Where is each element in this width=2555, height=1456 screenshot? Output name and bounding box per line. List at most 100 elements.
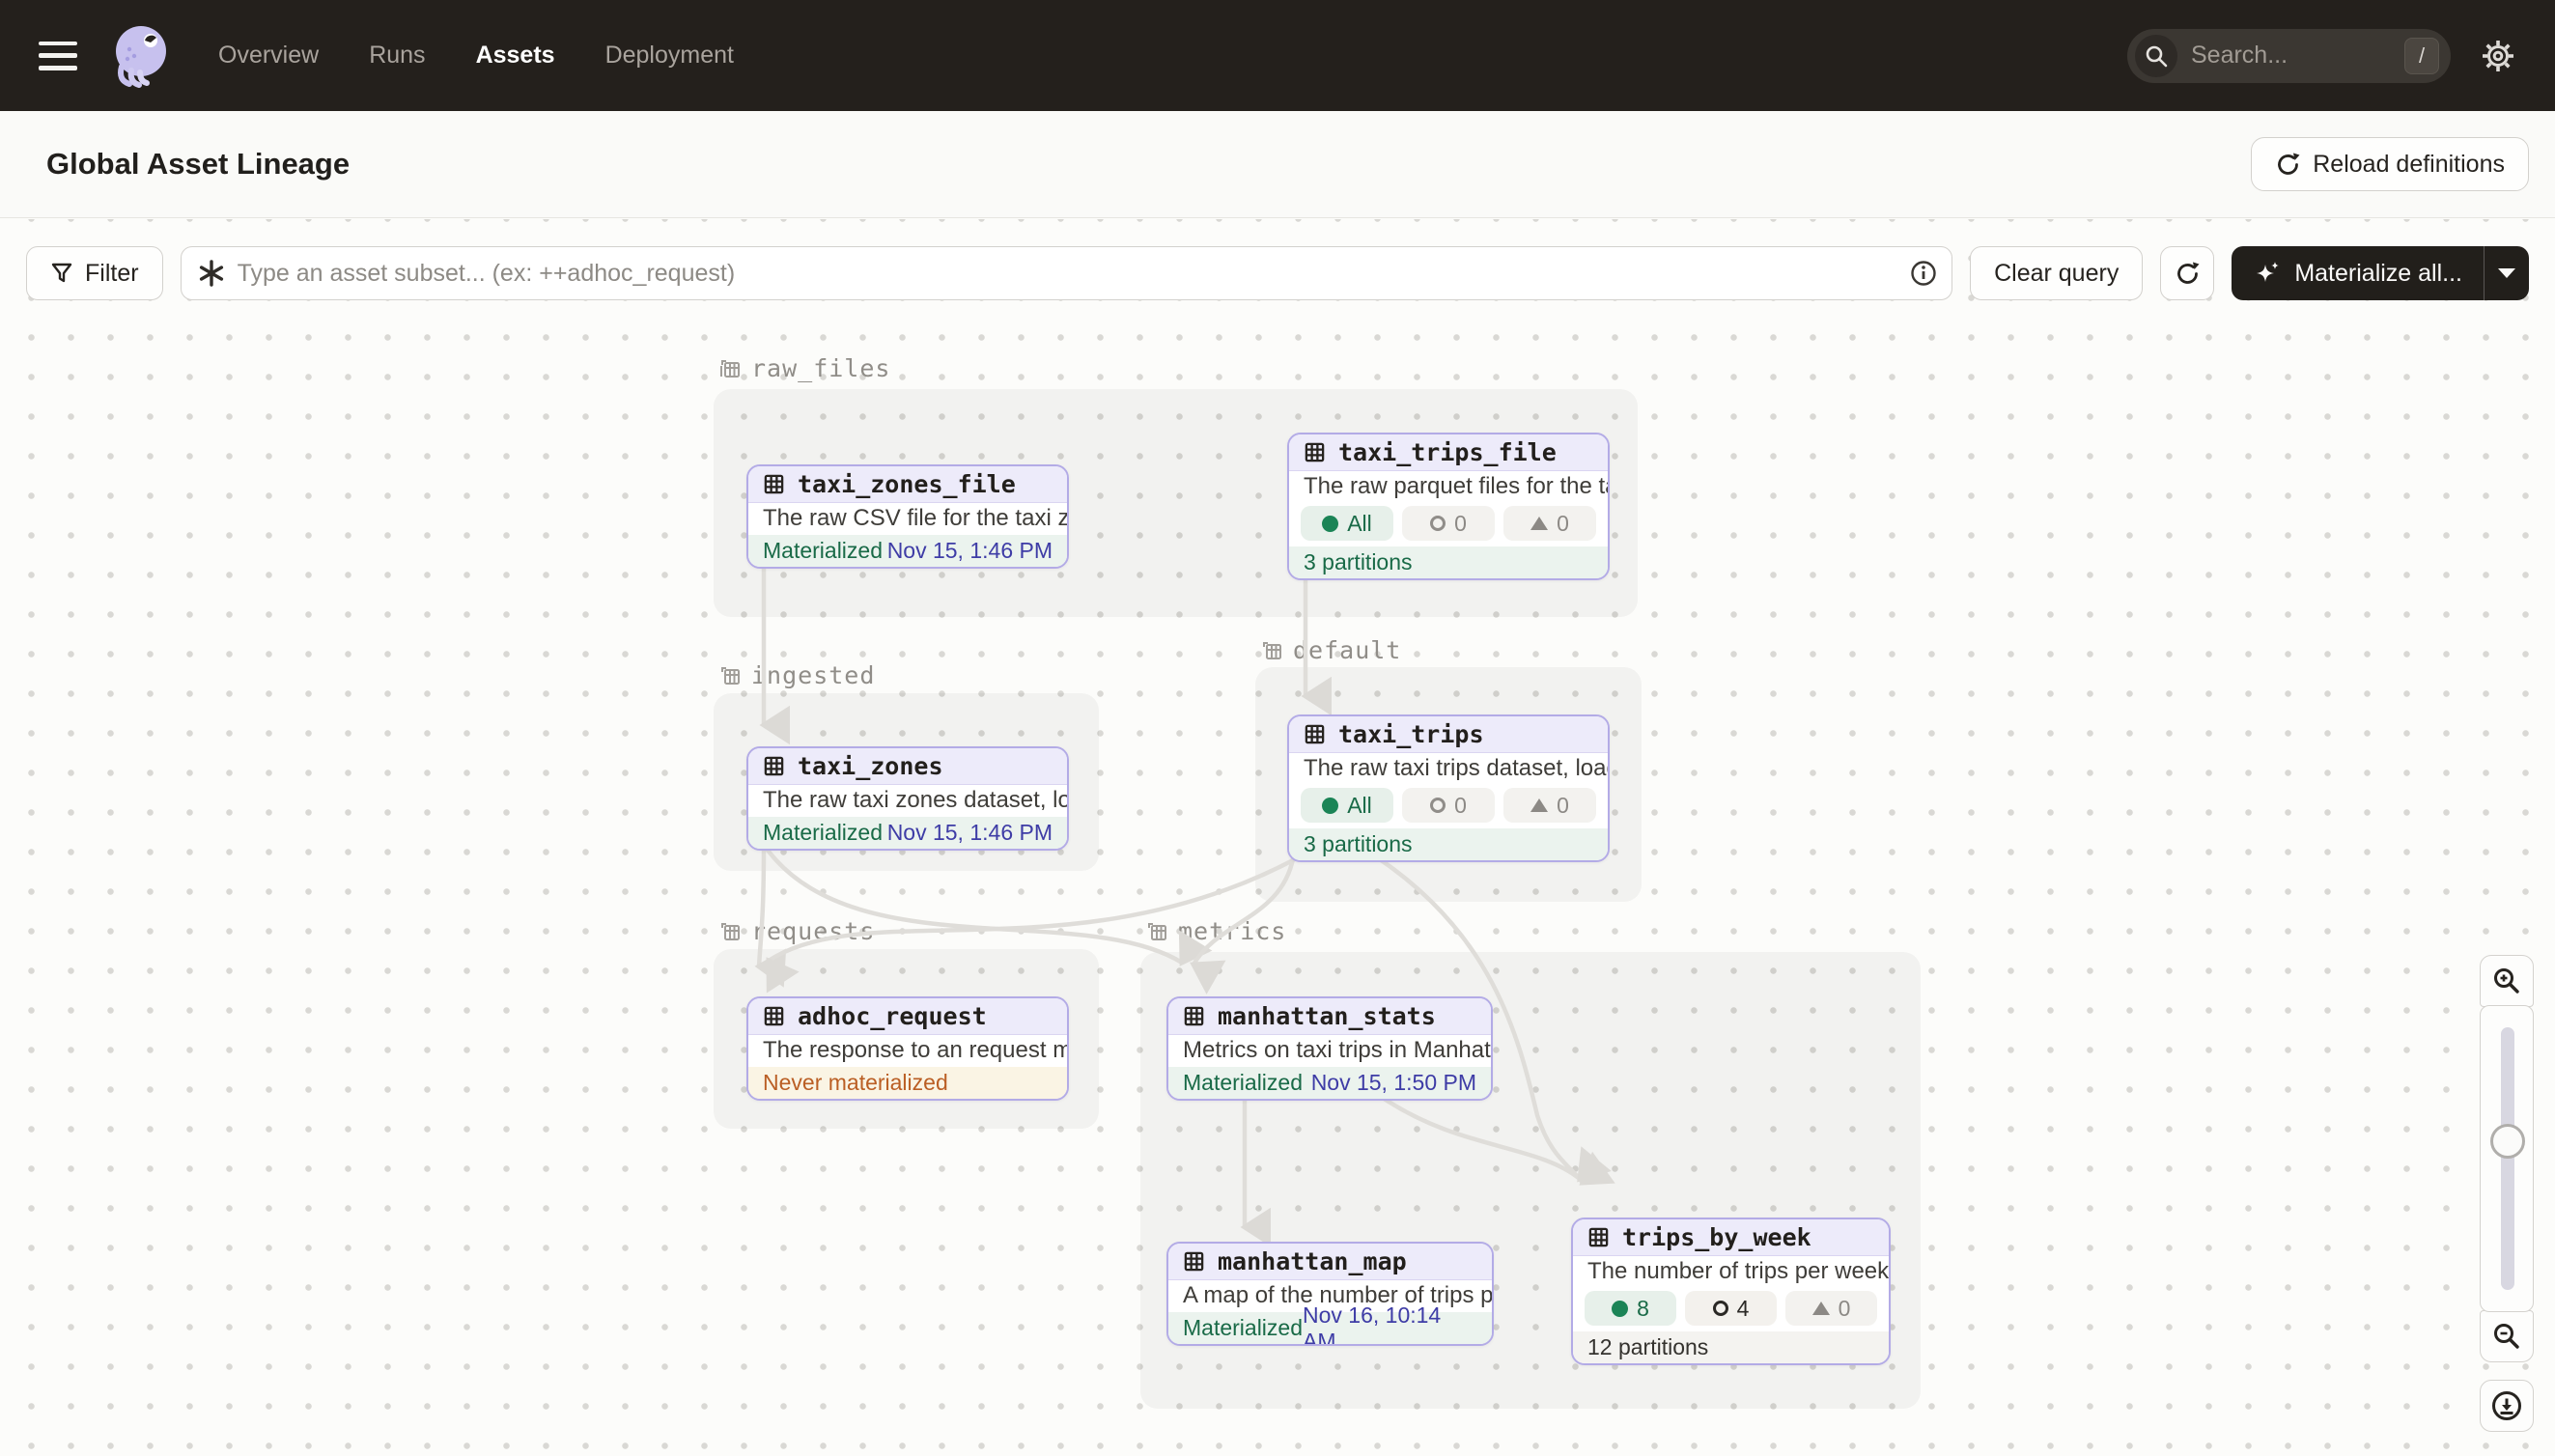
asset-description: The response to an request made in th... [748, 1035, 1067, 1067]
info-icon[interactable] [1910, 260, 1937, 287]
menu-icon[interactable] [39, 42, 77, 70]
asset-selector-icon [197, 259, 226, 288]
zoom-in-button[interactable] [2480, 955, 2534, 1007]
asset-name: adhoc_request [798, 1002, 987, 1030]
table-icon [1183, 1005, 1205, 1027]
group-label-metrics[interactable]: metrics [1145, 917, 1286, 945]
missing-triangle-icon [1530, 798, 1548, 812]
search-input[interactable] [2177, 42, 2404, 70]
partition-health-badges: All 0 0 [1289, 503, 1608, 546]
download-image-button[interactable] [2480, 1380, 2534, 1432]
asset-name: taxi_trips_file [1338, 438, 1557, 466]
asset-node-taxi-zones-file[interactable]: taxi_zones_file The raw CSV file for the… [746, 464, 1069, 569]
group-label-default[interactable]: default [1260, 636, 1401, 664]
refresh-query-button[interactable] [2160, 246, 2214, 300]
zoom-slider[interactable] [2480, 1005, 2534, 1312]
asset-description: The raw taxi zones dataset, loaded int..… [748, 785, 1067, 817]
missing-triangle-icon [1530, 517, 1548, 530]
missing-partitions-badge[interactable]: 0 [1785, 1291, 1877, 1326]
zoom-slider-thumb[interactable] [2490, 1124, 2525, 1159]
missing-partitions-badge[interactable]: 0 [1503, 506, 1596, 541]
nav-item-overview[interactable]: Overview [218, 42, 319, 70]
refresh-icon [2175, 261, 2201, 287]
table-icon [763, 1005, 785, 1027]
materialization-timestamp: Nov 16, 10:14 AM [1303, 1302, 1477, 1347]
materialized-partitions-badge[interactable]: All [1301, 788, 1393, 823]
materialize-all-button: Materialize all... [2232, 246, 2529, 300]
asset-node-header: trips_by_week [1573, 1219, 1889, 1256]
asset-node-header: manhattan_map [1168, 1244, 1492, 1280]
asset-status-footer: Materialized Nov 16, 10:14 AM [1168, 1312, 1492, 1344]
search-shortcut-key: / [2404, 38, 2439, 74]
partition-health-badges: All 0 0 [1289, 785, 1608, 828]
zoom-slider-track[interactable] [2501, 1027, 2514, 1290]
asset-node-header: manhattan_stats [1168, 998, 1491, 1035]
asset-description: The number of trips per week, aggreg... [1573, 1256, 1889, 1288]
group-label-requests[interactable]: requests [718, 917, 875, 945]
asset-node-adhoc-request[interactable]: adhoc_request The response to an request… [746, 996, 1069, 1101]
group-label-ingested[interactable]: ingested [718, 661, 875, 689]
lineage-toolbar: Filter Clear query [26, 246, 2529, 300]
search-icon [2135, 35, 2177, 77]
asset-status-footer: Materialized Nov 15, 1:50 PM [1168, 1067, 1491, 1099]
asset-name: taxi_trips [1338, 720, 1484, 748]
group-label-raw-files[interactable]: raw_files [718, 354, 890, 382]
asset-node-trips-by-week[interactable]: trips_by_week The number of trips per we… [1571, 1218, 1891, 1365]
asset-node-manhattan-map[interactable]: manhattan_map A map of the number of tri… [1166, 1242, 1494, 1346]
failed-partitions-badge[interactable]: 0 [1402, 506, 1495, 541]
dagster-logo[interactable] [108, 24, 172, 88]
asset-group-icon [1145, 920, 1168, 943]
asset-node-taxi-zones[interactable]: taxi_zones The raw taxi zones dataset, l… [746, 746, 1069, 851]
status-label: Materialized [1183, 1070, 1303, 1096]
asset-query-field [181, 246, 1953, 300]
table-icon [763, 473, 785, 495]
materialized-partitions-badge[interactable]: 8 [1585, 1291, 1676, 1326]
status-label: Materialized [763, 820, 883, 846]
asset-group-icon [718, 664, 742, 687]
nav-item-deployment[interactable]: Deployment [605, 42, 734, 70]
materialize-dropdown-toggle[interactable] [2485, 246, 2529, 300]
top-nav: Overview Runs Assets Deployment / [0, 0, 2555, 111]
zoom-in-icon [2491, 966, 2522, 996]
lineage-canvas[interactable]: Filter Clear query [0, 219, 2555, 1456]
asset-name: taxi_zones_file [798, 470, 1016, 498]
asset-name: trips_by_week [1622, 1223, 1811, 1251]
asset-description: The raw taxi trips dataset, loaded into … [1289, 753, 1608, 785]
asset-node-header: taxi_trips [1289, 716, 1608, 753]
gear-icon[interactable] [2480, 38, 2516, 74]
materialization-timestamp: Nov 15, 1:46 PM [887, 820, 1053, 846]
reload-definitions-button[interactable]: Reload definitions [2251, 137, 2529, 191]
failed-partitions-badge[interactable]: 0 [1402, 788, 1495, 823]
materialized-partitions-badge[interactable]: All [1301, 506, 1393, 541]
asset-status-footer: Materialized Nov 15, 1:46 PM [748, 535, 1067, 567]
failed-partitions-badge[interactable]: 4 [1685, 1291, 1777, 1326]
table-icon [1183, 1250, 1205, 1273]
page-header: Global Asset Lineage Reload definitions [0, 111, 2555, 218]
table-icon [1304, 441, 1326, 463]
asset-node-manhattan-stats[interactable]: manhattan_stats Metrics on taxi trips in… [1166, 996, 1493, 1101]
materialized-dot-icon [1612, 1301, 1628, 1317]
filter-button[interactable]: Filter [26, 246, 163, 300]
zoom-out-icon [2491, 1321, 2522, 1352]
missing-triangle-icon [1812, 1302, 1830, 1315]
partition-count: 3 partitions [1304, 831, 1413, 857]
asset-node-taxi-trips-file[interactable]: taxi_trips_file The raw parquet files fo… [1287, 433, 1610, 580]
asset-description: Metrics on taxi trips in Manhattan [1168, 1035, 1491, 1067]
partition-count: 12 partitions [1587, 1334, 1708, 1360]
missing-partitions-badge[interactable]: 0 [1503, 788, 1596, 823]
asset-name: manhattan_map [1218, 1247, 1407, 1275]
asset-status-footer: Materialized Nov 15, 1:46 PM [748, 817, 1067, 849]
asset-status-footer: 3 partitions [1289, 828, 1608, 860]
clear-query-button[interactable]: Clear query [1970, 246, 2143, 300]
asset-description: The raw parquet files for the taxi trips… [1289, 471, 1608, 503]
asset-node-taxi-trips[interactable]: taxi_trips The raw taxi trips dataset, l… [1287, 714, 1610, 862]
status-label: Materialized [1183, 1315, 1303, 1341]
asset-node-header: taxi_zones [748, 748, 1067, 785]
materialize-all-action[interactable]: Materialize all... [2232, 246, 2484, 300]
zoom-out-button[interactable] [2480, 1310, 2534, 1362]
nav-item-runs[interactable]: Runs [369, 42, 425, 70]
asset-node-header: taxi_trips_file [1289, 434, 1608, 471]
nav-item-assets[interactable]: Assets [476, 42, 555, 70]
global-search[interactable]: / [2127, 29, 2451, 83]
asset-query-input[interactable] [181, 246, 1953, 300]
